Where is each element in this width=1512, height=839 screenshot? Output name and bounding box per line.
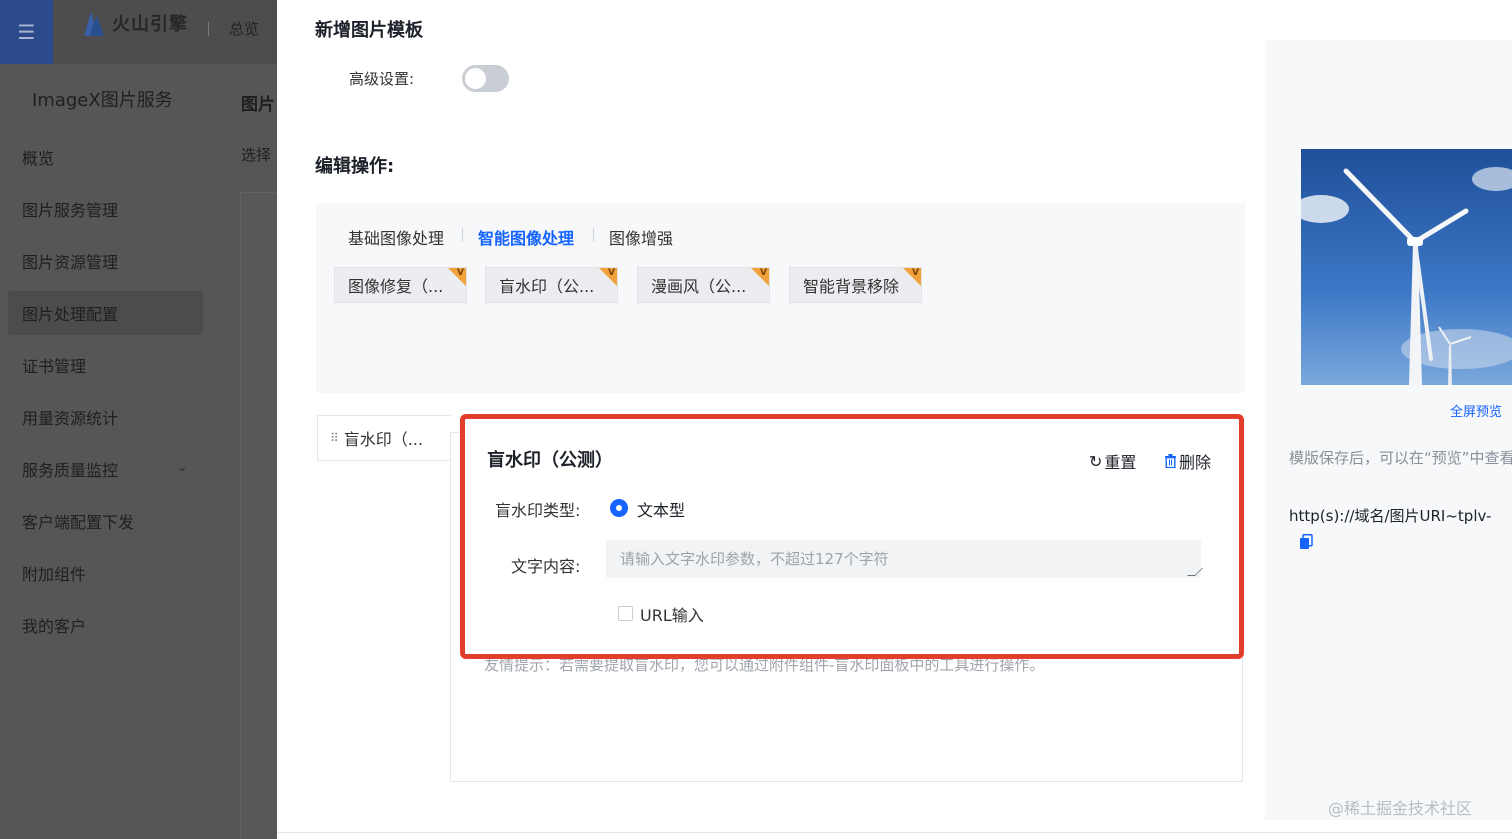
step-label: 盲水印（... (343, 430, 424, 449)
sidebar-item-quality-monitor[interactable]: 服务质量监控 ⌄ (0, 447, 222, 491)
advanced-settings-toggle[interactable] (462, 65, 509, 92)
sidebar-item-overview[interactable]: 概览 (0, 135, 222, 179)
op-chip-label: 漫画风（公... (651, 277, 747, 296)
background-select-text: 选择 (241, 146, 272, 164)
op-chip-image-repair[interactable]: 图像修复（... V (334, 267, 467, 303)
url-input-checkbox[interactable] (618, 606, 633, 621)
template-drawer: 新增图片模板 高级设置: 编辑操作: 基础图像处理 智能图像处理 图像增强 图像… (277, 0, 1512, 839)
divider (208, 22, 209, 36)
vip-badge-label: V (457, 268, 464, 278)
tab-enhancement[interactable]: 图像增强 (609, 225, 673, 249)
toggle-knob (465, 68, 486, 89)
drawer-title: 新增图片模板 (315, 20, 423, 41)
reset-icon: ↻ (1089, 451, 1103, 471)
reset-label: 重置 (1104, 453, 1137, 472)
sidebar-item-certificates[interactable]: 证书管理 (0, 343, 222, 387)
op-chip-label: 盲水印（公... (499, 277, 595, 296)
sidebar-item-addons[interactable]: 附加组件 (0, 551, 222, 595)
vip-badge-label: V (608, 268, 615, 278)
delete-label: 删除 (1179, 453, 1212, 472)
watermark-type-label: 盲水印类型: (495, 501, 581, 520)
op-chip-background-removal[interactable]: 智能背景移除 V (789, 267, 922, 303)
trash-icon (1165, 454, 1176, 468)
sidebar-item-service-management[interactable]: 图片服务管理 (0, 187, 222, 231)
chevron-down-icon: ⌄ (176, 459, 188, 475)
drawer-footer-divider (277, 832, 1512, 833)
sidebar-item-usage-stats[interactable]: 用量资源统计 (0, 395, 222, 439)
edit-operations-label: 编辑操作: (315, 156, 395, 177)
delete-button[interactable]: 删除 (1164, 449, 1211, 473)
op-chip-blind-watermark[interactable]: 盲水印（公... V (485, 267, 618, 303)
sidebar-item-resource-management[interactable]: 图片资源管理 (0, 239, 222, 283)
radio-text-type-label[interactable]: 文本型 (637, 497, 685, 521)
copy-icon[interactable] (1299, 534, 1313, 550)
sidebar-item-my-customers[interactable]: 我的客户 (0, 603, 222, 647)
reset-button[interactable]: ↻ 重置 (1089, 449, 1136, 473)
sidebar-item-processing-config[interactable]: 图片处理配置 (8, 291, 203, 335)
config-title: 盲水印（公测） (487, 450, 613, 471)
background-page-title: 图片 (241, 95, 275, 115)
menu-icon[interactable]: ☰ (0, 0, 53, 64)
text-content-input[interactable] (606, 540, 1201, 578)
advanced-settings-label: 高级设置: (349, 70, 415, 88)
nav-overview[interactable]: 总览 (229, 18, 259, 39)
radio-dot (616, 505, 622, 511)
op-chip-comic-style[interactable]: 漫画风（公... V (637, 267, 770, 303)
preview-description: 模版保存后，可以在“预览”中查看效果。 (1289, 449, 1512, 467)
tab-basic-processing[interactable]: 基础图像处理 (348, 225, 444, 249)
tab-divider (593, 228, 594, 242)
sidebar-item-label: 服务质量监控 (22, 461, 119, 480)
operations-panel: 基础图像处理 智能图像处理 图像增强 图像修复（... V 盲水印（公... V… (316, 203, 1245, 393)
text-content-label: 文字内容: (511, 557, 581, 576)
vip-badge-label: V (912, 268, 919, 278)
radio-text-type[interactable] (610, 499, 628, 517)
fullscreen-preview-link[interactable]: 全屏预览 (1450, 401, 1502, 420)
operation-step-item[interactable]: ⠿ 盲水印（... (317, 415, 451, 461)
preview-image (1301, 149, 1512, 385)
drag-handle-icon[interactable]: ⠿ (330, 431, 339, 445)
brand-logo[interactable]: 火山引擎 (82, 8, 188, 38)
vip-badge-label: V (760, 268, 767, 278)
volcano-logo-icon (84, 12, 104, 36)
url-input-label[interactable]: URL输入 (640, 602, 704, 626)
site-watermark: @稀土掘金技术社区 (1328, 799, 1473, 818)
sidebar: ImageX图片服务 概览 图片服务管理 图片资源管理 图片处理配置 证书管理 … (0, 64, 222, 839)
op-chip-label: 图像修复（... (348, 277, 444, 296)
sidebar-item-client-config[interactable]: 客户端配置下发 (0, 499, 222, 543)
top-bar: ☰ 火山引擎 总览 (0, 0, 277, 64)
preview-url: http(s)://域名/图片URI~tplv- (1289, 507, 1492, 525)
tab-smart-processing[interactable]: 智能图像处理 (478, 225, 574, 249)
op-chip-label: 智能背景移除 (803, 277, 900, 296)
tab-divider (462, 228, 463, 242)
blind-watermark-config-card: 盲水印（公测） ↻ 重置 删除 盲水印类型: 文本型 文字内容: URL输入 (460, 414, 1244, 659)
brand-name: 火山引擎 (112, 14, 188, 35)
preview-panel: 全屏预览 模版保存后，可以在“预览”中查看效果。 http(s)://域名/图片… (1265, 40, 1512, 820)
background-card (240, 192, 280, 839)
product-name: ImageX图片服务 (32, 90, 173, 111)
